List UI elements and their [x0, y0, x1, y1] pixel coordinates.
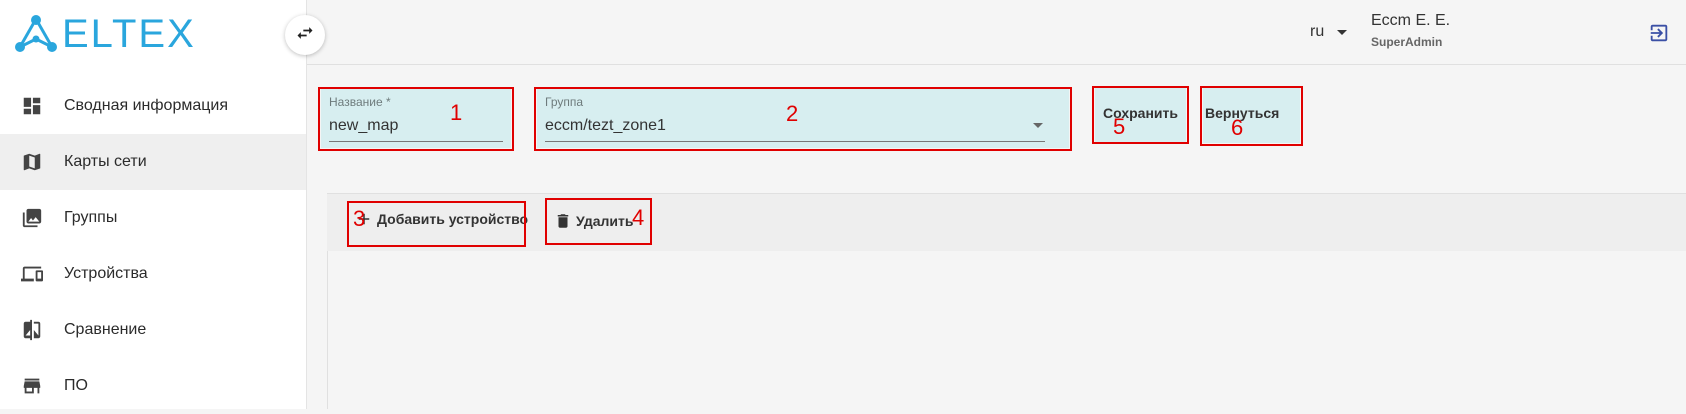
- sidebar: ELTEX Сводная информация Карты сети Груп…: [0, 0, 307, 409]
- annotation-box-2: [534, 87, 1072, 151]
- top-bar: [307, 0, 1686, 65]
- sidebar-nav: Сводная информация Карты сети Группы Уст…: [0, 78, 306, 414]
- language-value: ru: [1310, 23, 1325, 40]
- sidebar-item-label: Группы: [64, 209, 118, 226]
- sidebar-item-groups[interactable]: Группы: [0, 190, 306, 246]
- sidebar-item-devices[interactable]: Устройства: [0, 246, 306, 302]
- swap-arrows-icon: [295, 23, 315, 48]
- map-icon: [20, 150, 44, 174]
- sidebar-item-label: Сравнение: [64, 321, 147, 338]
- annotation-box-3: [347, 201, 526, 247]
- logout-button[interactable]: [1648, 22, 1670, 44]
- annotation-number-4: 4: [632, 205, 645, 230]
- annotation-number-2: 2: [786, 101, 799, 126]
- annotation-number-5: 5: [1113, 114, 1126, 139]
- logo-text: ELTEX: [62, 12, 196, 56]
- logout-icon: [1648, 24, 1670, 48]
- chevron-down-icon: [1337, 29, 1348, 35]
- sidebar-item-label: ПО: [64, 377, 88, 394]
- annotation-number-6: 6: [1231, 115, 1244, 140]
- user-name: Eccm E. E.: [1371, 12, 1451, 29]
- annotation-number-1: 1: [450, 100, 463, 125]
- user-info: Eccm E. E. SuperAdmin: [1371, 12, 1450, 49]
- sidebar-item-label: Сводная информация: [64, 97, 228, 114]
- store-icon: [20, 374, 44, 398]
- sidebar-item-maps[interactable]: Карты сети: [0, 134, 306, 190]
- photo-library-icon: [20, 206, 44, 230]
- sidebar-item-software[interactable]: ПО: [0, 358, 306, 414]
- user-role: SuperAdmin: [1371, 35, 1443, 49]
- sidebar-item-label: Устройства: [64, 265, 148, 282]
- eltex-logo[interactable]: ELTEX: [14, 14, 196, 54]
- map-toolbar: [327, 193, 1686, 252]
- map-canvas[interactable]: [327, 251, 1686, 409]
- eltex-logo-icon: [15, 15, 57, 52]
- annotation-box-1: [318, 87, 514, 151]
- language-select[interactable]: ru: [1310, 23, 1348, 41]
- annotation-number-3: 3: [353, 206, 366, 231]
- sidebar-item-label: Карты сети: [64, 153, 147, 170]
- annotation-box-5: [1092, 86, 1189, 144]
- devices-icon: [20, 262, 44, 286]
- annotation-box-6: [1200, 86, 1303, 146]
- dashboard-icon: [20, 94, 44, 118]
- sidebar-item-dashboard[interactable]: Сводная информация: [0, 78, 306, 134]
- sidebar-item-compare[interactable]: Сравнение: [0, 302, 306, 358]
- sidebar-toggle-button[interactable]: [285, 15, 325, 55]
- compare-icon: [20, 318, 44, 342]
